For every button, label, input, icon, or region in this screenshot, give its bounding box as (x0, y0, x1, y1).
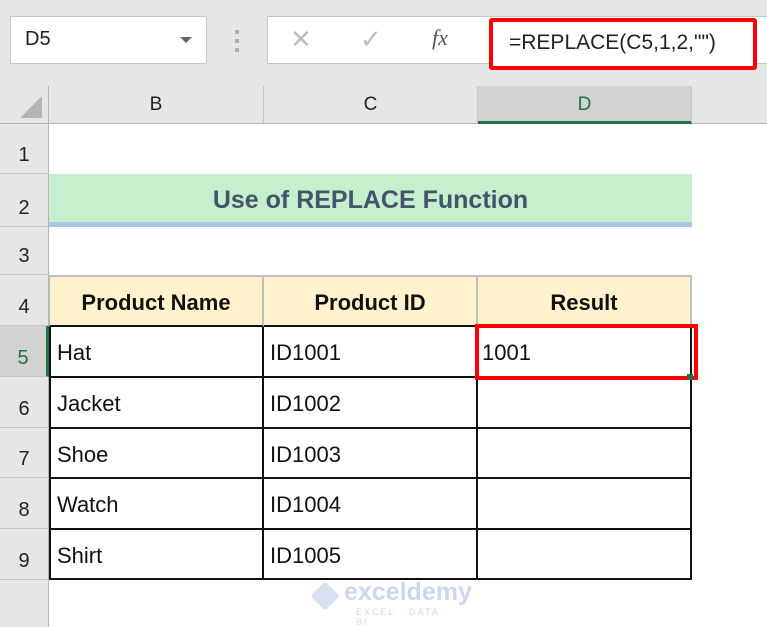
table-cell[interactable] (478, 429, 692, 479)
table-header-product-name[interactable]: Product Name (49, 275, 264, 327)
table-cell[interactable]: Jacket (49, 378, 264, 429)
watermark-brand: exceldemy (344, 578, 472, 606)
exceldemy-logo-icon (310, 581, 340, 611)
fx-icon[interactable]: fx (432, 25, 448, 51)
table-cell[interactable] (478, 479, 692, 530)
table-cell[interactable] (478, 530, 692, 580)
table-cell[interactable]: ID1002 (264, 378, 478, 429)
row-number: 9 (18, 550, 30, 572)
row-header-3[interactable]: 3 (0, 227, 49, 275)
row-header-1[interactable]: 1 (0, 124, 49, 174)
row-header-6[interactable]: 6 (0, 377, 49, 428)
table-cell[interactable]: Hat (49, 327, 264, 378)
table-cell[interactable]: ID1001 (264, 327, 478, 378)
name-box-value: D5 (25, 28, 51, 50)
column-header-b[interactable]: B (49, 86, 264, 124)
selected-cell-highlight (475, 324, 698, 380)
row-number: 3 (18, 245, 30, 267)
table-cell[interactable] (478, 378, 692, 429)
row-header-10[interactable] (0, 580, 49, 627)
chevron-down-icon[interactable] (180, 37, 192, 43)
row-number: 5 (17, 347, 29, 369)
row-number: 1 (18, 144, 30, 166)
grip-icon[interactable] (235, 30, 239, 57)
watermark-tagline: EXCEL · DATA · BI (356, 607, 449, 627)
row-header-4[interactable]: 4 (0, 275, 49, 326)
name-box[interactable]: D5 (10, 16, 207, 64)
formula-toolbar: D5 ✕ ✓ fx =REPLACE(C5,1,2,"") (0, 0, 767, 86)
column-header-d[interactable]: D (478, 86, 692, 124)
table-header-result[interactable]: Result (478, 275, 692, 327)
fill-handle[interactable] (687, 374, 693, 380)
row-number: 2 (18, 197, 30, 219)
row-header-8[interactable]: 8 (0, 478, 49, 529)
x-icon[interactable]: ✕ (290, 26, 312, 52)
formula-input-highlight[interactable]: =REPLACE(C5,1,2,"") (489, 18, 757, 70)
column-header-c[interactable]: C (264, 86, 478, 124)
row-header-7[interactable]: 7 (0, 428, 49, 478)
row-number: 6 (18, 398, 30, 420)
row-number: 4 (18, 296, 30, 318)
row-header-9[interactable]: 9 (0, 529, 49, 580)
table-cell[interactable]: Shirt (49, 530, 264, 580)
table-cell[interactable]: ID1004 (264, 479, 478, 530)
select-all-icon (20, 96, 42, 118)
table-cell[interactable]: Watch (49, 479, 264, 530)
formula-text: =REPLACE(C5,1,2,"") (509, 31, 716, 54)
row-header-2[interactable]: 2 (0, 174, 49, 227)
row-number: 8 (18, 499, 30, 521)
row-header-5[interactable]: 5 (0, 326, 49, 377)
table-cell[interactable]: ID1005 (264, 530, 478, 580)
row-number: 7 (18, 448, 30, 470)
column-header-e[interactable] (692, 86, 767, 124)
table-cell[interactable]: ID1003 (264, 429, 478, 479)
select-all-button[interactable] (0, 86, 49, 124)
check-icon[interactable]: ✓ (360, 26, 382, 52)
table-cell[interactable]: Shoe (49, 429, 264, 479)
sheet-title[interactable]: Use of REPLACE Function (49, 174, 692, 227)
watermark: exceldemy EXCEL · DATA · BI (310, 578, 472, 627)
table-header-product-id[interactable]: Product ID (264, 275, 478, 327)
